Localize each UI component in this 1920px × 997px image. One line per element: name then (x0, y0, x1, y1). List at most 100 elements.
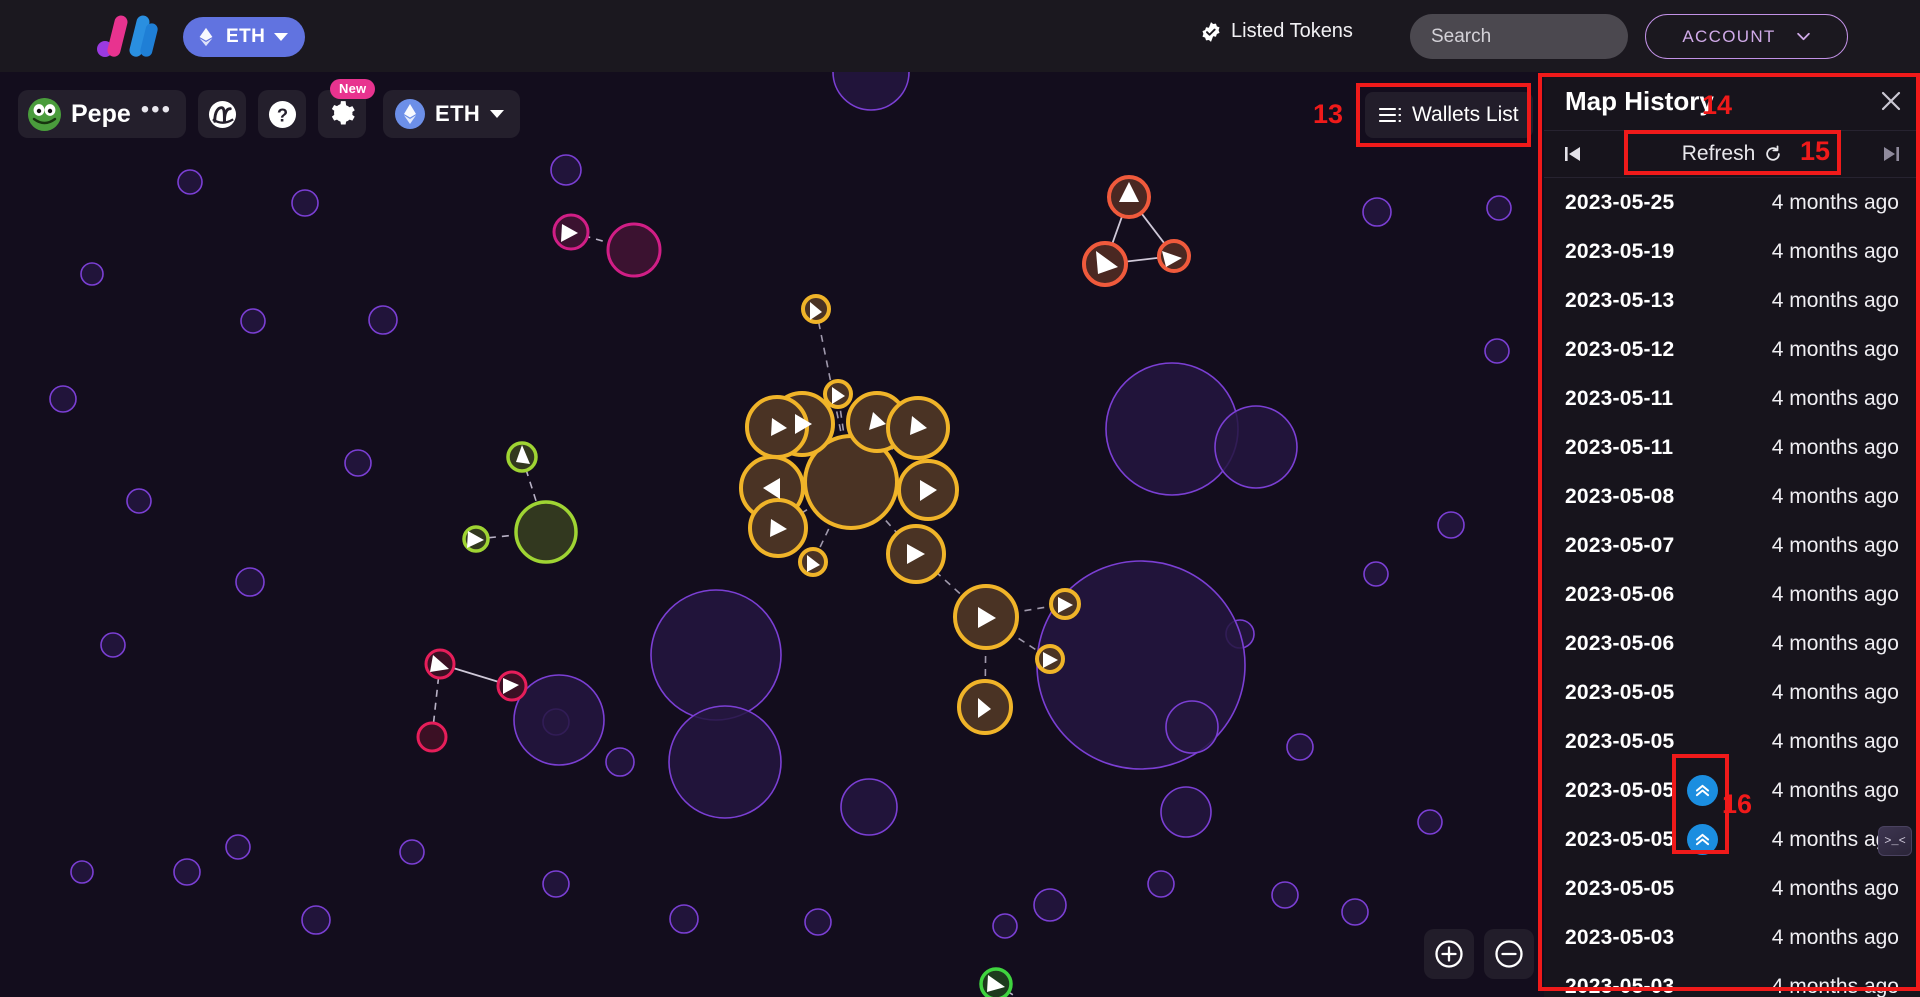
history-row[interactable]: 2023-05-05 4 months ago (1544, 668, 1920, 717)
skip-to-last-icon (1884, 147, 1899, 161)
jump-to-snapshot-button[interactable] (1687, 824, 1718, 855)
chain-selector-label: ETH (226, 26, 266, 47)
refresh-icon (1766, 145, 1781, 161)
chain-selector-button[interactable]: ETH (183, 17, 306, 57)
history-row[interactable]: 2023-05-07 4 months ago (1544, 521, 1920, 570)
history-row[interactable]: 2023-05-05 4 months ago (1544, 864, 1920, 913)
history-row-date: 2023-05-11 (1565, 386, 1674, 410)
history-row-relative-time: 4 months ago (1771, 631, 1899, 655)
account-label: ACCOUNT (1682, 26, 1776, 46)
gear-icon (331, 101, 355, 125)
history-row-date: 2023-05-12 (1565, 337, 1675, 361)
question-mark-icon: ? (268, 100, 296, 128)
history-row-date: 2023-05-19 (1565, 239, 1675, 263)
token-more-options-icon[interactable]: ••• (141, 98, 172, 123)
history-row-relative-time: 4 months ago (1771, 729, 1899, 753)
history-row-relative-time: 4 months ago (1771, 974, 1899, 997)
history-row-date: 2023-05-25 (1565, 190, 1675, 214)
account-button[interactable]: ACCOUNT (1645, 14, 1848, 59)
history-row-date: 2023-05-05 (1565, 729, 1675, 753)
history-row[interactable]: 2023-05-06 4 months ago (1544, 570, 1920, 619)
zoom-in-button[interactable] (1424, 929, 1474, 979)
history-row[interactable]: 2023-05-06 4 months ago (1544, 619, 1920, 668)
orange-wallet-cluster[interactable] (1082, 175, 1191, 287)
map-chain-label: ETH (435, 101, 481, 126)
verified-check-icon (1202, 21, 1220, 42)
close-x-icon[interactable] (1880, 90, 1902, 112)
skip-to-last-button[interactable] (1862, 131, 1920, 177)
history-row-relative-time: 4 months ago (1771, 288, 1899, 312)
wallets-list-label: Wallets List (1412, 103, 1519, 126)
moralis-money-logo[interactable] (97, 13, 159, 59)
map-history-list[interactable]: 2023-05-25 4 months ago 2023-05-19 4 months… (1544, 178, 1920, 997)
history-row-relative-time: 4 months ago (1771, 876, 1899, 900)
history-row-relative-time: 4 months ago (1771, 386, 1899, 410)
search-container[interactable] (1410, 14, 1676, 59)
ethereum-diamond-icon (199, 27, 213, 47)
history-row-relative-time: 4 months ago (1771, 778, 1899, 802)
green-wallet-cluster[interactable] (979, 967, 1146, 997)
history-row-date: 2023-05-06 (1565, 582, 1675, 606)
token-map-canvas[interactable] (0, 72, 1544, 997)
history-row-date: 2023-05-05 (1565, 778, 1675, 802)
history-row[interactable]: 2023-05-11 4 months ago (1544, 423, 1920, 472)
skip-to-first-button[interactable] (1544, 131, 1602, 177)
floating-emoticon-badge: >_< (1878, 826, 1912, 856)
token-name-label: Pepe (71, 99, 131, 128)
refresh-label: Refresh (1681, 142, 1756, 165)
jump-to-snapshot-button[interactable] (1687, 775, 1718, 806)
history-row[interactable]: 2023-05-05 4 months ago (1544, 815, 1920, 864)
annotation-number-15: 15 (1800, 136, 1831, 166)
history-row-relative-time: 4 months ago (1771, 925, 1899, 949)
history-row-date: 2023-05-03 (1565, 974, 1675, 997)
history-row[interactable]: 2023-05-03 4 months ago (1544, 962, 1920, 997)
history-row-date: 2023-05-05 (1565, 876, 1675, 900)
chevron-down-icon (1796, 32, 1810, 41)
yellow-wallet-cluster[interactable] (739, 294, 1081, 735)
annotation-number-13: 13 (1313, 99, 1344, 129)
history-row[interactable]: 2023-05-03 4 months ago (1544, 913, 1920, 962)
annotation-number-14: 14 (1702, 90, 1733, 120)
history-row[interactable]: 2023-05-12 4 months ago (1544, 325, 1920, 374)
pepe-frog-avatar (28, 97, 61, 131)
chevron-down-icon (490, 110, 505, 118)
wallets-list-button[interactable]: Wallets List (1365, 92, 1533, 138)
history-row[interactable]: 2023-05-08 4 months ago (1544, 472, 1920, 521)
history-row-date: 2023-05-07 (1565, 533, 1675, 557)
history-row-date: 2023-05-03 (1565, 925, 1675, 949)
history-row[interactable]: 2023-05-05 4 months ago (1544, 717, 1920, 766)
double-chevron-up-icon (1695, 833, 1710, 846)
history-row-date: 2023-05-05 (1565, 680, 1675, 704)
zoom-out-icon (1495, 940, 1523, 968)
map-history-nav: Refresh (1544, 130, 1920, 178)
magenta-wallet-cluster[interactable] (552, 213, 662, 278)
listed-tokens-button[interactable]: Listed Tokens (1200, 20, 1353, 43)
search-input[interactable] (1431, 25, 1676, 48)
moralis-button[interactable] (198, 90, 246, 138)
history-row[interactable]: 2023-05-11 4 months ago (1544, 374, 1920, 423)
top-navigation-bar: ETH Listed Tokens ACCOUNT (0, 0, 1920, 72)
map-history-panel: Map History Refresh 2023-05-25 4 months … (1544, 72, 1920, 997)
history-row[interactable]: 2023-05-25 4 months ago (1544, 178, 1920, 227)
history-row-relative-time: 4 months ago (1771, 533, 1899, 557)
chevron-down-icon (274, 33, 289, 41)
crimson-wallet-cluster[interactable] (416, 648, 528, 753)
history-row-relative-time: 4 months ago (1771, 582, 1899, 606)
history-row-relative-time: 4 months ago (1771, 680, 1899, 704)
token-chip-button[interactable]: Pepe ••• (18, 90, 186, 138)
zoom-out-button[interactable] (1484, 929, 1534, 979)
history-row-date: 2023-05-13 (1565, 288, 1675, 312)
history-row-date: 2023-05-11 (1565, 435, 1674, 459)
map-chain-selector[interactable]: ETH (383, 90, 521, 138)
ethereum-diamond-icon (395, 99, 425, 129)
history-row-relative-time: 4 months ago (1771, 435, 1899, 459)
lime-wallet-cluster[interactable] (462, 441, 578, 564)
history-row[interactable]: 2023-05-19 4 months ago (1544, 227, 1920, 276)
history-row-date: 2023-05-05 (1565, 827, 1675, 851)
history-row[interactable]: 2023-05-13 4 months ago (1544, 276, 1920, 325)
history-row-relative-time: 4 months ago (1771, 190, 1899, 214)
help-button[interactable]: ? (258, 90, 306, 138)
history-row-relative-time: 4 months ago (1771, 337, 1899, 361)
history-row-relative-time: 4 months ago (1771, 484, 1899, 508)
zoom-in-icon (1435, 940, 1463, 968)
